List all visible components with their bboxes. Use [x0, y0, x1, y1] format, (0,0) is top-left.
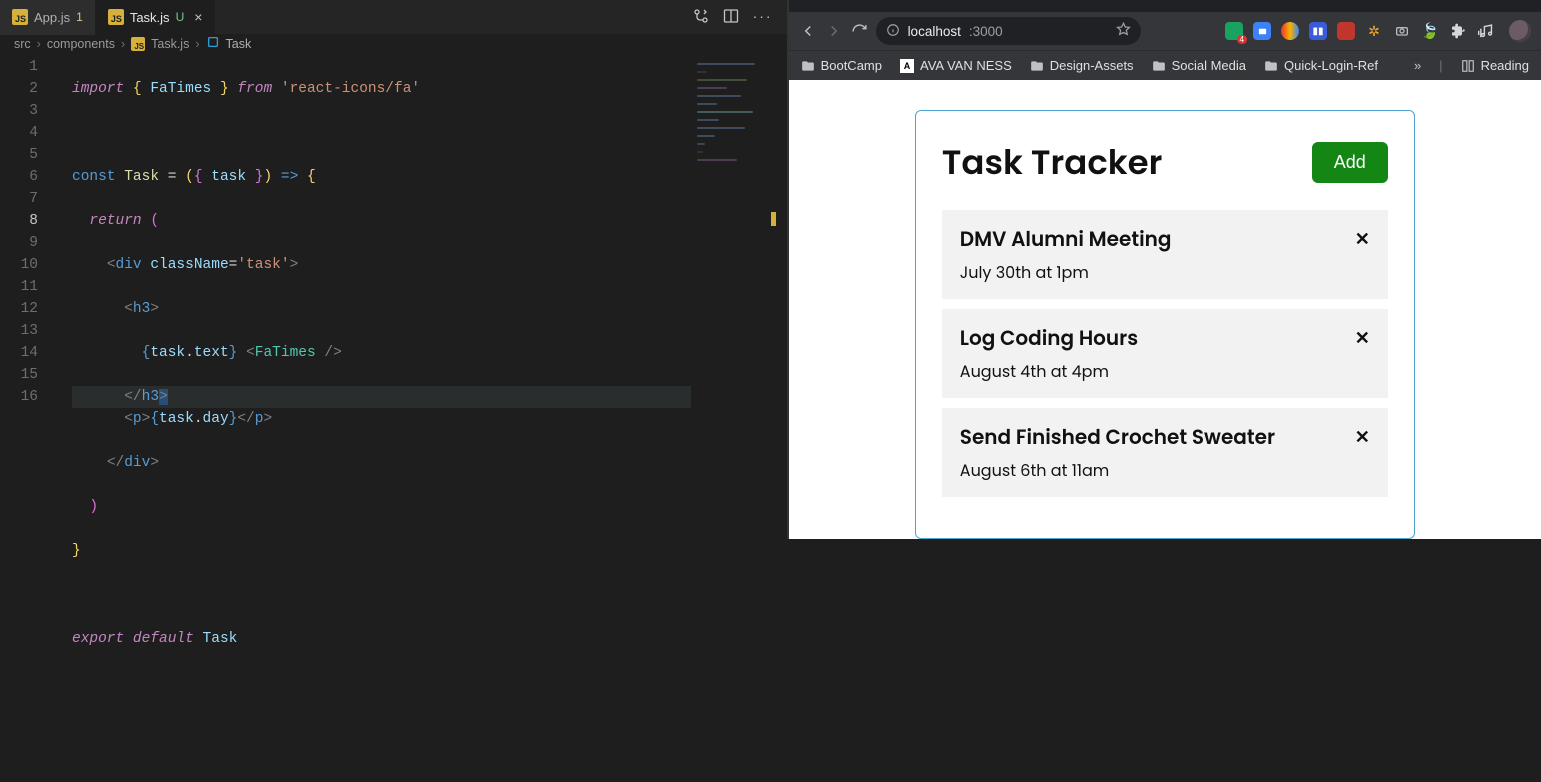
extension-icon[interactable] [1393, 22, 1411, 40]
breadcrumb-folder[interactable]: components [47, 37, 115, 51]
extension-icon[interactable]: ✲ [1365, 22, 1383, 40]
close-icon[interactable]: ✕ [1355, 226, 1370, 253]
breadcrumb-symbol[interactable]: Task [226, 37, 252, 51]
extensions-menu-icon[interactable] [1449, 22, 1467, 40]
browser-viewport[interactable]: Task Tracker Add DMV Alumni Meeting ✕ Ju… [789, 80, 1541, 539]
bookmark-folder[interactable]: Design-Assets [1030, 58, 1134, 73]
vscode-editor-pane: JS App.js 1 JS Task.js U × ··· src › com… [0, 0, 787, 539]
extension-icon[interactable]: ▮▮ [1309, 22, 1327, 40]
line-gutter: 1 2 3 4 5 6 7 8 9 10 11 12 13 14 15 16 [0, 56, 56, 408]
omnibox[interactable]: localhost :3000 [876, 17, 1141, 45]
extension-icon[interactable] [1337, 22, 1355, 40]
editor-breadcrumbs[interactable]: src › components › JS Task.js › Task [0, 35, 787, 52]
js-file-icon: JS [131, 37, 145, 51]
url-port: :3000 [969, 24, 1003, 39]
tab-git-status: U [176, 10, 185, 24]
browser-pane: localhost :3000 4 ▮▮ ✲ 🍃 [787, 0, 1541, 539]
task-item[interactable]: Send Finished Crochet Sweater ✕ August 6… [942, 408, 1388, 497]
extension-icon[interactable] [1253, 22, 1271, 40]
tab-task-js[interactable]: JS Task.js U × [96, 0, 216, 35]
js-file-icon: JS [12, 9, 28, 25]
reading-list-button[interactable]: Reading [1461, 58, 1529, 73]
breadcrumb-folder[interactable]: src [14, 37, 31, 51]
extension-icon[interactable]: 🍃 [1421, 22, 1439, 40]
task-day: August 6th at 11am [960, 458, 1370, 483]
close-icon[interactable]: ✕ [1355, 424, 1370, 451]
bookmark-folder[interactable]: BootCamp [801, 58, 882, 73]
close-icon[interactable]: × [194, 9, 202, 25]
add-button[interactable]: Add [1312, 142, 1388, 183]
reload-icon[interactable] [851, 23, 868, 40]
task-text: DMV Alumni Meeting [960, 224, 1172, 254]
editor-body[interactable]: 1 2 3 4 5 6 7 8 9 10 11 12 13 14 15 16 i… [0, 52, 787, 782]
bookmarks-bar: BootCamp A AVA VAN NESS Design-Assets So… [789, 50, 1541, 80]
task-item[interactable]: DMV Alumni Meeting ✕ July 30th at 1pm [942, 210, 1388, 299]
compare-changes-icon[interactable] [693, 8, 709, 27]
bookmark-folder[interactable]: Social Media [1152, 58, 1246, 73]
back-icon[interactable] [799, 22, 817, 40]
tab-label: Task.js [130, 10, 170, 25]
chevron-right-icon: › [121, 37, 125, 51]
symbol-icon [206, 35, 220, 52]
bookmark-folder[interactable]: Quick-Login-Ref [1264, 58, 1378, 73]
profile-avatar[interactable] [1509, 20, 1531, 42]
task-day: July 30th at 1pm [960, 260, 1370, 285]
minimap-edit-marker [771, 212, 776, 226]
browser-toolbar: localhost :3000 4 ▮▮ ✲ 🍃 [789, 12, 1541, 50]
chevron-right-icon: › [195, 37, 199, 51]
editor-tabbar: JS App.js 1 JS Task.js U × ··· [0, 0, 787, 35]
task-item[interactable]: Log Coding Hours ✕ August 4th at 4pm [942, 309, 1388, 398]
bookmark-link[interactable]: A AVA VAN NESS [900, 58, 1012, 73]
split-editor-icon[interactable] [723, 8, 739, 27]
extension-badge: 4 [1237, 35, 1247, 44]
task-tracker-container: Task Tracker Add DMV Alumni Meeting ✕ Ju… [915, 110, 1415, 539]
extension-icon[interactable] [1281, 22, 1299, 40]
task-day: August 4th at 4pm [960, 359, 1370, 384]
tab-label: App.js [34, 10, 70, 25]
more-actions-icon[interactable]: ··· [753, 8, 773, 27]
code-content[interactable]: import { FaTimes } from 'react-icons/fa'… [72, 56, 787, 782]
url-host: localhost [908, 24, 961, 39]
minimap[interactable] [691, 57, 787, 539]
forward-icon[interactable] [825, 22, 843, 40]
star-icon[interactable] [1116, 22, 1131, 40]
page-title: Task Tracker [942, 137, 1163, 188]
editor-tab-actions: ··· [679, 8, 787, 27]
js-file-icon: JS [108, 9, 124, 25]
extensions-tray: 4 ▮▮ ✲ 🍃 [1225, 20, 1531, 42]
task-text: Send Finished Crochet Sweater [960, 422, 1275, 452]
close-icon[interactable]: ✕ [1355, 325, 1370, 352]
extension-icon[interactable]: 4 [1225, 22, 1243, 40]
breadcrumb-file[interactable]: Task.js [151, 37, 189, 51]
bookmark-favicon: A [900, 59, 914, 73]
tracker-header: Task Tracker Add [942, 137, 1388, 188]
task-text: Log Coding Hours [960, 323, 1138, 353]
browser-tabstrip[interactable] [789, 0, 1541, 12]
tab-app-js[interactable]: JS App.js 1 [0, 0, 96, 35]
tab-modified-badge: 1 [76, 10, 83, 24]
chevron-right-icon: › [37, 37, 41, 51]
media-controls-icon[interactable] [1477, 22, 1495, 40]
site-info-icon[interactable] [886, 23, 900, 40]
bookmark-overflow-icon[interactable]: » [1414, 58, 1421, 73]
